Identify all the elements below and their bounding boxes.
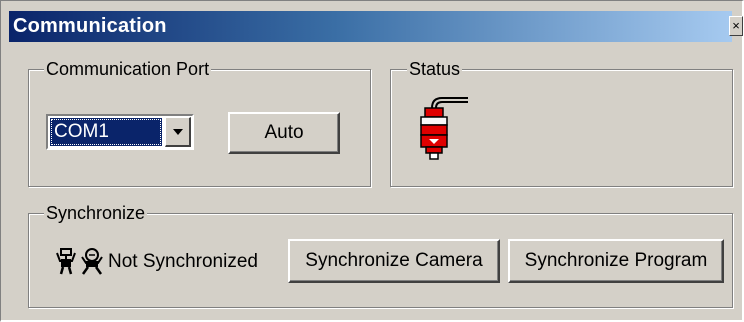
close-button[interactable]: × <box>729 16 743 36</box>
status-legend: Status <box>407 58 463 80</box>
robot-head-icon <box>81 248 103 275</box>
robot-icon <box>56 248 76 275</box>
communication-port-legend: Communication Port <box>44 58 212 80</box>
window-title: Communication <box>13 15 167 37</box>
synchronize-legend: Synchronize <box>44 202 148 224</box>
com-port-select[interactable]: COM1 <box>46 114 194 150</box>
synchronize-camera-button[interactable]: Synchronize Camera <box>288 239 500 283</box>
chevron-down-icon <box>173 129 183 135</box>
auto-button[interactable]: Auto <box>228 112 340 154</box>
sync-status-text: Not Synchronized <box>108 251 258 272</box>
camera-plug-icon <box>420 97 468 160</box>
com-port-selected-value: COM1 <box>50 118 162 146</box>
title-bar[interactable]: Communication <box>9 11 732 42</box>
close-icon: × <box>732 18 740 33</box>
synchronize-program-button[interactable]: Synchronize Program <box>508 239 724 283</box>
dropdown-button[interactable] <box>165 117 191 147</box>
communication-window: Communication × Communication Port COM1 … <box>0 0 744 322</box>
